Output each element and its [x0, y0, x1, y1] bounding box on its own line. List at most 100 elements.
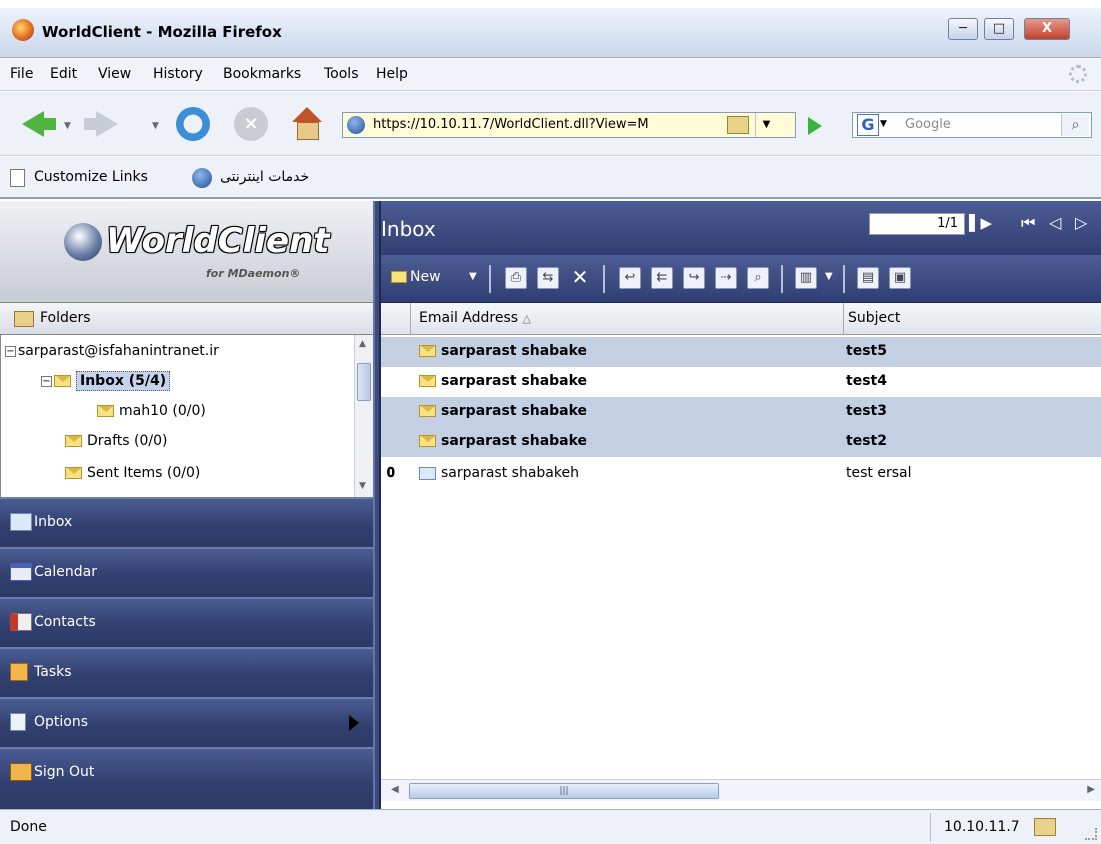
menu-bookmarks[interactable]: Bookmarks — [223, 66, 301, 82]
url-dropdown-icon[interactable]: ▼ — [755, 113, 777, 137]
go-icon[interactable] — [808, 117, 822, 135]
move-icon[interactable]: ⇆ — [537, 267, 559, 289]
search-icon[interactable]: ⌕ — [1061, 114, 1089, 136]
ssl-lock-icon[interactable] — [1034, 818, 1056, 836]
reply-icon[interactable]: ↩ — [619, 267, 641, 289]
nav-tasks[interactable]: Tasks — [0, 647, 373, 697]
search-box[interactable]: G ▼ Google ⌕ — [852, 112, 1092, 138]
scroll-thumb[interactable] — [357, 363, 371, 401]
collapse-icon[interactable]: − — [41, 375, 52, 387]
view-options-icon[interactable]: ▥ — [795, 267, 817, 289]
mah10-folder-label[interactable]: mah10 (0/0) — [119, 403, 206, 419]
table-row[interactable]: sarparast shabake test5 — [381, 337, 1101, 367]
collapse-icon[interactable]: − — [5, 345, 16, 357]
scroll-up-icon[interactable]: ▲ — [359, 339, 366, 349]
sent-folder-label[interactable]: Sent Items (0/0) — [87, 465, 200, 481]
page-title: Inbox — [381, 217, 436, 241]
subject-column-header[interactable]: Subject — [844, 303, 1101, 335]
close-button[interactable]: X — [1024, 18, 1070, 40]
message-list-header: Email Address △ Subject — [381, 303, 1101, 335]
menu-tools[interactable]: Tools — [324, 66, 359, 82]
nav-tasks-label: Tasks — [34, 664, 72, 680]
inbox-folder-label[interactable]: Inbox (5/4) — [76, 371, 171, 391]
message-list-hscrollbar[interactable]: ◀ ||| ▶ — [381, 779, 1101, 801]
ssl-lock-icon[interactable] — [727, 116, 749, 134]
table-row[interactable]: 𝟎 sarparast shabakeh test ersal — [381, 459, 1101, 489]
reload-icon[interactable] — [176, 107, 210, 141]
pane-splitter[interactable] — [373, 201, 381, 809]
url-text[interactable]: https://10.10.11.7/WorldClient.dll?View=… — [373, 117, 723, 132]
forward-history-dropdown-icon[interactable]: ▼ — [152, 121, 159, 131]
table-row[interactable]: sarparast shabake test3 — [381, 397, 1101, 427]
page-go-icon[interactable]: ▌▶ — [969, 214, 992, 232]
menu-history[interactable]: History — [153, 66, 203, 82]
maximize-button[interactable]: □ — [984, 18, 1014, 40]
tree-sent-items[interactable]: Sent Items (0/0) — [65, 465, 200, 493]
menu-help[interactable]: Help — [376, 66, 408, 82]
properties-icon[interactable]: ▤ — [857, 267, 879, 289]
redirect-icon[interactable]: ⇢ — [715, 267, 737, 289]
account-label[interactable]: sarparast@isfahanintranet.ir — [18, 343, 219, 359]
nav-sign-out[interactable]: Sign Out — [0, 747, 373, 809]
nav-inbox[interactable]: Inbox — [0, 497, 373, 547]
menu-edit[interactable]: Edit — [50, 66, 77, 82]
delete-icon[interactable]: ✕ — [569, 267, 591, 289]
tree-scrollbar[interactable]: ▲ ▼ — [354, 335, 373, 497]
menu-view[interactable]: View — [98, 66, 131, 82]
page-indicator-field[interactable]: 1/1 — [869, 213, 965, 235]
tree-drafts[interactable]: Drafts (0/0) — [65, 433, 168, 461]
drafts-folder-label[interactable]: Drafts (0/0) — [87, 433, 168, 449]
minimize-button[interactable]: ─ — [948, 18, 978, 40]
engine-dropdown-icon[interactable]: ▼ — [880, 119, 887, 129]
new-mail-icon — [391, 271, 407, 283]
reply-all-icon[interactable]: ⇇ — [651, 267, 673, 289]
scroll-left-icon[interactable]: ◀ — [391, 784, 399, 795]
forward-message-icon[interactable]: ↪ — [683, 267, 705, 289]
print-icon[interactable]: ⎙ — [505, 267, 527, 289]
forward-icon[interactable] — [84, 107, 118, 141]
nav-inbox-label: Inbox — [34, 514, 73, 530]
internet-services-link[interactable]: خدمات اینترنتی — [220, 169, 309, 185]
home-icon[interactable] — [290, 107, 324, 141]
attachment-column-header[interactable] — [381, 303, 411, 335]
google-engine-icon[interactable]: G — [857, 114, 879, 136]
menu-file[interactable]: File — [10, 66, 33, 82]
title-bar: WorldClient - Mozilla Firefox ─ □ X — [0, 8, 1101, 58]
hscroll-thumb[interactable]: ||| — [409, 783, 719, 799]
search-input[interactable]: Google — [905, 117, 951, 132]
toolbar-separator — [781, 265, 783, 293]
nav-calendar[interactable]: Calendar — [0, 547, 373, 597]
tree-account-root[interactable]: − sarparast@isfahanintranet.ir — [5, 343, 219, 371]
url-bar[interactable]: https://10.10.11.7/WorldClient.dll?View=… — [342, 112, 796, 138]
view-dropdown-icon[interactable]: ▼ — [825, 271, 833, 282]
tree-mah10[interactable]: mah10 (0/0) — [97, 403, 206, 431]
sender-text: sarparast shabake — [441, 373, 588, 389]
first-page-icon[interactable]: ⏮ — [1021, 213, 1035, 233]
next-page-icon[interactable]: ▷ — [1075, 213, 1087, 232]
scroll-down-icon[interactable]: ▼ — [359, 481, 366, 491]
new-label: New — [410, 269, 441, 285]
nav-contacts[interactable]: Contacts — [0, 597, 373, 647]
preview-icon[interactable]: ▣ — [889, 267, 911, 289]
email-address-column-header[interactable]: Email Address △ — [411, 303, 844, 335]
new-dropdown-icon[interactable]: ▼ — [469, 271, 477, 282]
customize-links-link[interactable]: Customize Links — [34, 169, 148, 185]
worldclient-logo: WorldClient for MDaemon® — [0, 201, 373, 303]
table-row[interactable]: sarparast shabake test2 — [381, 427, 1101, 457]
nav-contacts-label: Contacts — [34, 614, 96, 630]
back-icon[interactable] — [22, 107, 56, 141]
new-message-button[interactable]: New — [391, 267, 461, 289]
back-history-dropdown-icon[interactable]: ▼ — [64, 121, 71, 131]
previous-page-icon[interactable]: ◁ — [1049, 213, 1061, 232]
table-row[interactable]: sarparast shabake test4 — [381, 367, 1101, 397]
unread-mail-icon — [419, 375, 436, 387]
stop-icon[interactable]: × — [234, 107, 268, 141]
expand-arrow-icon[interactable] — [349, 715, 359, 731]
scroll-right-icon[interactable]: ▶ — [1087, 784, 1095, 795]
find-icon[interactable]: ⌕ — [747, 267, 769, 289]
resize-grip-icon[interactable] — [1085, 828, 1097, 840]
nav-options[interactable]: Options — [0, 697, 373, 747]
unread-mail-icon — [419, 405, 436, 417]
subject-cell: test3 — [846, 403, 887, 419]
tree-inbox[interactable]: − Inbox (5/4) — [41, 371, 171, 401]
